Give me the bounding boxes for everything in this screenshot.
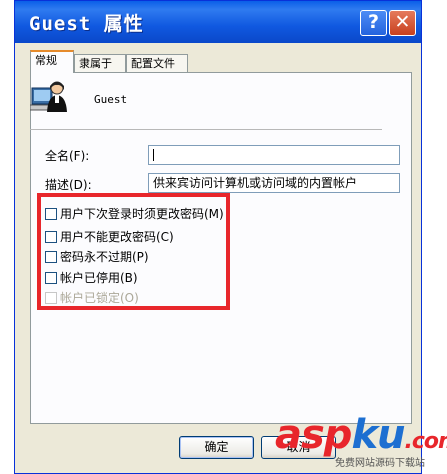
brand-part: ku (351, 412, 405, 458)
tab-label: 配置文件 (131, 57, 175, 70)
user-account-icon (30, 81, 67, 112)
ok-label: 确定 (204, 440, 229, 454)
help-button[interactable]: ? (360, 10, 387, 36)
dialog-title: Guest 属性 (29, 13, 144, 35)
brand-part: asp (275, 412, 352, 458)
watermark-brand: aspku.com (275, 412, 447, 458)
fullname-input[interactable] (148, 145, 400, 165)
divider (30, 129, 382, 130)
highlight-box (37, 193, 230, 310)
tab-label: 常规 (35, 54, 57, 67)
watermark-tagline: 免费网站源码下载站 (335, 458, 425, 469)
brand-part: .com (404, 429, 447, 454)
watermark-logo: aspku.com 免费网站源码下载站 (275, 412, 447, 474)
description-value: 供来宾访问计算机或访问域的内置帐户 (153, 176, 358, 190)
tab-general[interactable]: 常规 (30, 50, 74, 73)
close-icon: ✕ (394, 11, 411, 33)
title-bar[interactable]: Guest 属性 ? ✕ (15, 1, 421, 43)
tab-member-of[interactable]: 隶属于 (74, 54, 126, 72)
tab-label: 隶属于 (79, 57, 112, 70)
ok-button[interactable]: 确定 (179, 436, 254, 459)
text-caret (153, 149, 154, 161)
close-button[interactable]: ✕ (389, 10, 416, 36)
fullname-label: 全名(F): (45, 149, 90, 163)
description-label: 描述(D): (45, 178, 92, 192)
description-input[interactable]: 供来宾访问计算机或访问域的内置帐户 (148, 173, 400, 193)
help-icon: ? (367, 11, 380, 33)
tab-profile[interactable]: 配置文件 (126, 54, 188, 72)
user-name: Guest (94, 93, 128, 106)
